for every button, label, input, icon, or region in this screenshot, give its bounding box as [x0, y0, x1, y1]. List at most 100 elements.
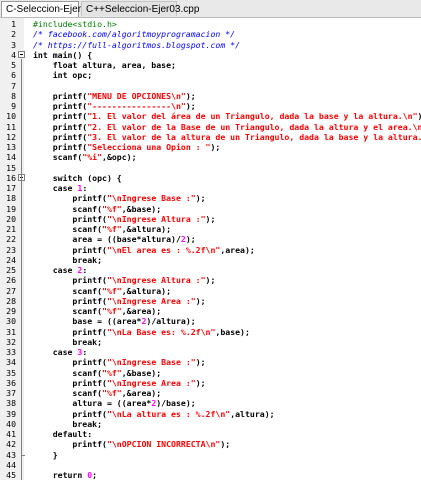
code-line[interactable]: printf("3. El valor de la altura de un T… [33, 132, 421, 142]
line-number: 20 [6, 213, 16, 224]
code-line[interactable]: area = ((base*altura)/2); [33, 234, 196, 245]
code-line[interactable]: scanf("%f",&altura); [33, 286, 171, 296]
code-line[interactable]: printf("\nLa altura es : %.2f\n",altura)… [33, 408, 275, 419]
line-number: 15 [6, 162, 16, 173]
code-line[interactable]: switch (opc) { [33, 173, 122, 183]
code-token: ,&altura); [121, 224, 172, 234]
line-number: 41 [6, 429, 16, 439]
code-line[interactable]: printf("\nIngrese Altura :"); [33, 275, 215, 285]
line-number: 29 [6, 306, 16, 316]
line-number: 43 [6, 449, 16, 460]
code-line[interactable]: printf("1. El valor del área de un Trian… [33, 111, 421, 121]
code-line[interactable]: } [33, 450, 58, 460]
code-line[interactable]: printf("\nIngrese Base :"); [33, 193, 205, 204]
code-token: "%f" [102, 367, 122, 378]
code-token: printf( [33, 357, 107, 368]
code-line[interactable]: printf("----------------\n"); [33, 101, 196, 111]
code-line[interactable]: printf("\nOPCION INCORRECTA\n"); [33, 439, 230, 449]
code-token: "1. El valor del área de un Triangulo, d… [87, 111, 418, 122]
code-line[interactable]: break; [33, 337, 102, 347]
line-number: 30 [6, 316, 16, 327]
code-line[interactable]: printf("Selecciona una Opion : "); [33, 142, 221, 152]
code-token: scanf( [33, 306, 103, 316]
code-token: ); [220, 439, 231, 450]
code-token: "3. El valor de la altura de un Triangul… [87, 131, 421, 142]
code-token: ,altura); [230, 408, 275, 419]
code-line[interactable]: int opc; [33, 70, 92, 80]
code-token: "\nIngrese Base :" [106, 193, 196, 204]
code-line[interactable]: case 1: [33, 183, 88, 193]
tab-c-file[interactable]: C-Seleccion-Ejer03.c [1, 1, 100, 17]
fold-collapse-icon[interactable] [17, 51, 25, 59]
code-line[interactable]: printf("\nIngrese Area :"); [33, 295, 206, 306]
line-number: 9 [11, 101, 16, 111]
code-token: ); [185, 101, 196, 111]
line-number: 14 [6, 152, 16, 163]
line-number: 36 [6, 377, 16, 388]
code-token: base = ((area* [33, 316, 142, 327]
code-editor[interactable]: 1 #include<stdio.h> 2 /* facebook.com/algor… [0, 18, 421, 480]
code-token: ); [195, 357, 206, 368]
code-line[interactable]: scanf("%f",&base); [33, 204, 161, 214]
code-line[interactable]: /* https://full-algoritmos.blogspot.com … [33, 40, 240, 50]
code-line[interactable]: default: [33, 429, 92, 439]
code-line[interactable]: printf("\nIngrese Base :"); [33, 357, 206, 368]
code-token: /* https://full-algoritmos.blogspot.com … [33, 39, 241, 50]
line-number: 4 [11, 49, 16, 60]
code-token: ); [418, 111, 421, 121]
code-line[interactable]: printf("2. El valor de la Base de un Tri… [33, 122, 421, 132]
code-token: int main() { [33, 49, 93, 60]
code-token: printf( [33, 101, 88, 111]
code-token: "\nOPCION INCORRECTA\n" [106, 439, 221, 450]
line-number: 38 [6, 398, 16, 409]
code-token: )/base); [156, 398, 196, 409]
code-token: ); [185, 234, 196, 245]
line-number: 16 [6, 172, 16, 183]
code-token: printf( [33, 326, 107, 337]
code-token: return [33, 470, 88, 480]
code-line[interactable]: scanf("%f",&altura); [33, 224, 171, 234]
code-line[interactable]: printf("\nIngrese Area :"); [33, 378, 205, 388]
line-number: 40 [6, 418, 16, 429]
line-number: 1 [11, 19, 16, 29]
code-line[interactable]: break; [33, 419, 102, 429]
code-line[interactable]: scanf("%f",&base); [33, 368, 161, 378]
code-token: printf( [33, 193, 107, 204]
code-line[interactable]: scanf("%i",&opc); [33, 152, 137, 162]
code-token: printf( [33, 90, 88, 101]
code-line[interactable]: float altura, area, base; [33, 60, 176, 70]
code-line[interactable]: printf("\nLa Base es: %.2f\n",base); [33, 327, 250, 337]
code-line[interactable]: altura = ((area*2)/base); [33, 398, 196, 409]
code-token: printf( [33, 142, 88, 152]
code-token: scanf( [33, 224, 103, 234]
tab-cpp-file[interactable]: C++Seleccion-Ejer03.cpp [81, 1, 199, 16]
code-line[interactable]: case 2: [33, 265, 88, 275]
line-number: 17 [6, 183, 16, 193]
line-number: 5 [11, 60, 16, 70]
line-number: 42 [6, 439, 16, 450]
code-token: ,&opc); [102, 152, 137, 163]
code-line[interactable]: scanf("%f",&area); [33, 306, 161, 316]
code-line[interactable]: int main() { [33, 50, 92, 60]
code-token: "%i" [82, 152, 103, 163]
line-number: 28 [6, 295, 16, 306]
code-token: "\nIngrese Base :" [106, 357, 196, 368]
code-line[interactable]: base = ((area*2)/altura); [33, 316, 195, 327]
line-number: 18 [6, 193, 16, 204]
code-line[interactable]: case 3: [33, 347, 88, 357]
code-token: ,&area); [121, 306, 162, 316]
code-line[interactable]: break; [33, 255, 102, 265]
code-line[interactable]: printf("MENU DE OPCIONES\n"); [33, 91, 196, 101]
line-number: 8 [11, 90, 16, 101]
line-number: 7 [11, 80, 16, 91]
code-line[interactable]: printf("\nIngrese Altura :"); [33, 214, 215, 224]
code-line[interactable]: #include<stdio.h> [33, 19, 117, 29]
code-line[interactable]: /* facebook.com/algoritmoyprogramacion *… [33, 29, 235, 39]
code-line[interactable]: printf("\nEl area es : %.2f\n",area); [33, 245, 254, 255]
line-number: 27 [6, 285, 16, 296]
code-token: ); [195, 295, 206, 306]
code-line[interactable]: scanf("%f",&area); [33, 388, 161, 398]
line-number: 19 [6, 203, 16, 214]
code-line[interactable]: return 0; [33, 470, 97, 480]
code-token: case [33, 183, 78, 193]
